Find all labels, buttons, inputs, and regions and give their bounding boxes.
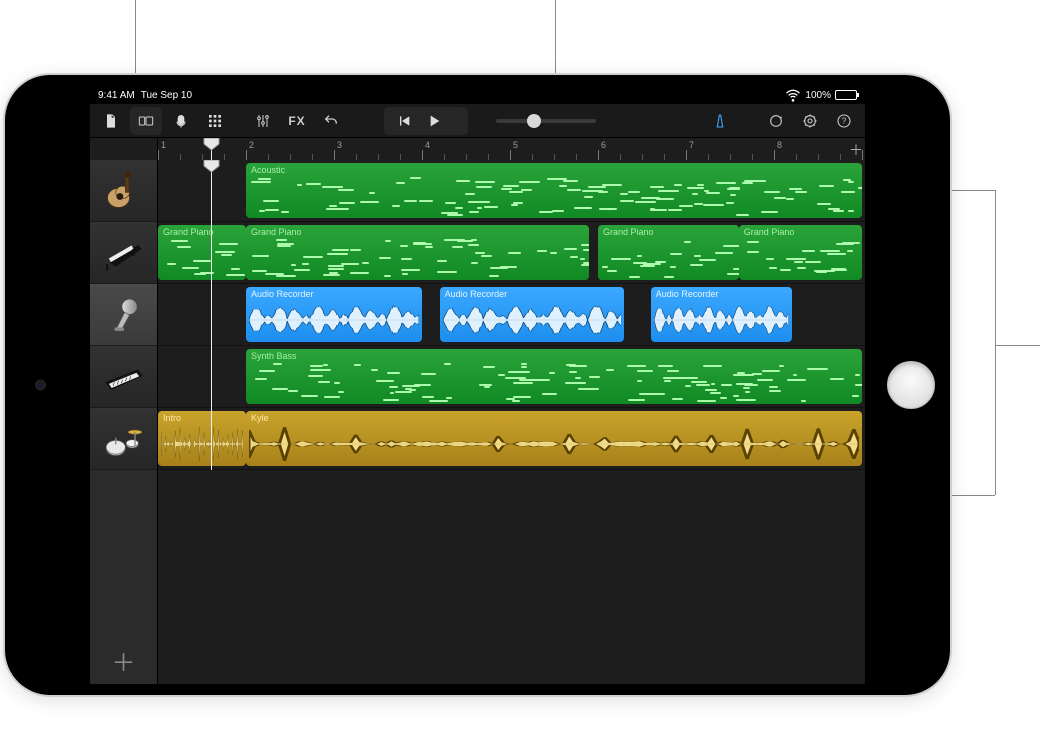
playhead[interactable] xyxy=(211,160,212,470)
track-header-guitar[interactable] xyxy=(90,160,157,222)
metronome-button[interactable] xyxy=(705,107,735,135)
ruler-bar-number: 7 xyxy=(689,140,694,150)
region[interactable]: Grand Piano xyxy=(246,225,589,280)
undo-button[interactable] xyxy=(316,107,346,135)
ruler-bar-number: 8 xyxy=(777,140,782,150)
track-lane[interactable]: Audio Recorder Audio Recorder Audio Record… xyxy=(158,284,865,346)
tracks-view-button[interactable] xyxy=(200,107,230,135)
ruler-bar-number: 3 xyxy=(337,140,342,150)
region[interactable]: Audio Recorder xyxy=(440,287,625,342)
fx-button[interactable]: FX xyxy=(282,107,312,135)
ipad-frame: 9:41 AM Tue Sep 10 100% xyxy=(5,75,950,695)
instrument-button[interactable] xyxy=(166,107,196,135)
help-button[interactable]: ? xyxy=(829,107,859,135)
play-button[interactable] xyxy=(426,113,442,129)
region[interactable]: Grand Piano xyxy=(739,225,862,280)
add-track-button[interactable]: ＋ xyxy=(90,636,157,684)
region-label: Audio Recorder xyxy=(445,289,508,299)
region[interactable]: Kyle xyxy=(246,411,862,466)
track-lane[interactable]: Grand Piano Grand Piano Grand Piano Grand P… xyxy=(158,222,865,284)
track-area: ＋ AcousticGrand PianoGrand PianoGrand Pi… xyxy=(90,160,865,684)
svg-text:?: ? xyxy=(842,116,847,125)
status-bar: 9:41 AM Tue Sep 10 100% xyxy=(90,86,865,104)
status-time: 9:41 AM xyxy=(98,90,135,101)
ruler-bar-number: 4 xyxy=(425,140,430,150)
track-header-mic[interactable] xyxy=(90,284,157,346)
ruler-bar-number: 6 xyxy=(601,140,606,150)
settings-button[interactable] xyxy=(795,107,825,135)
browser-toggle[interactable] xyxy=(130,107,162,135)
region[interactable]: Acoustic xyxy=(246,163,862,218)
add-section-button[interactable]: ＋ xyxy=(849,140,863,160)
ruler-row: ＋ 123456789 xyxy=(90,138,865,160)
battery-icon xyxy=(835,90,857,100)
loop-browser-button[interactable] xyxy=(761,107,791,135)
region-label: Audio Recorder xyxy=(656,289,719,299)
timeline[interactable]: AcousticGrand PianoGrand PianoGrand Pian… xyxy=(158,160,865,684)
master-volume-slider[interactable] xyxy=(488,107,604,135)
track-lane[interactable]: Intro Kyle xyxy=(158,408,865,470)
region[interactable]: Synth Bass xyxy=(246,349,862,404)
camera-dot xyxy=(37,382,44,389)
ruler-bar-number: 1 xyxy=(161,140,166,150)
track-lane[interactable]: Acoustic xyxy=(158,160,865,222)
ruler[interactable]: ＋ 123456789 xyxy=(158,138,865,160)
my-songs-button[interactable] xyxy=(96,107,126,135)
track-header-drums[interactable] xyxy=(90,408,157,470)
region-label: Grand Piano xyxy=(744,227,795,237)
track-headers: ＋ xyxy=(90,160,158,684)
transport-controls xyxy=(384,107,468,135)
region-label: Grand Piano xyxy=(603,227,654,237)
region-label: Synth Bass xyxy=(251,351,297,361)
battery-percent: 100% xyxy=(805,90,831,101)
status-date: Tue Sep 10 xyxy=(141,90,192,101)
region-label: Grand Piano xyxy=(163,227,214,237)
region-label: Audio Recorder xyxy=(251,289,314,299)
ruler-bar-number: 2 xyxy=(249,140,254,150)
ruler-bar-number: 5 xyxy=(513,140,518,150)
home-button[interactable] xyxy=(887,361,935,409)
region[interactable]: Audio Recorder xyxy=(246,287,422,342)
track-header-synth[interactable] xyxy=(90,346,157,408)
track-lane[interactable]: Synth Bass xyxy=(158,346,865,408)
go-to-start-button[interactable] xyxy=(396,113,412,129)
region[interactable]: Grand Piano xyxy=(158,225,246,280)
region-label: Intro xyxy=(163,413,181,423)
region-label: Kyle xyxy=(251,413,269,423)
region[interactable]: Grand Piano xyxy=(598,225,739,280)
region-label: Grand Piano xyxy=(251,227,302,237)
track-controls-button[interactable] xyxy=(248,107,278,135)
wifi-icon xyxy=(785,87,801,103)
region[interactable]: Intro xyxy=(158,411,246,466)
region[interactable]: Audio Recorder xyxy=(651,287,792,342)
app-screen: 9:41 AM Tue Sep 10 100% xyxy=(90,86,865,684)
region-label: Acoustic xyxy=(251,165,285,175)
toolbar: FX xyxy=(90,104,865,138)
track-header-piano[interactable] xyxy=(90,222,157,284)
